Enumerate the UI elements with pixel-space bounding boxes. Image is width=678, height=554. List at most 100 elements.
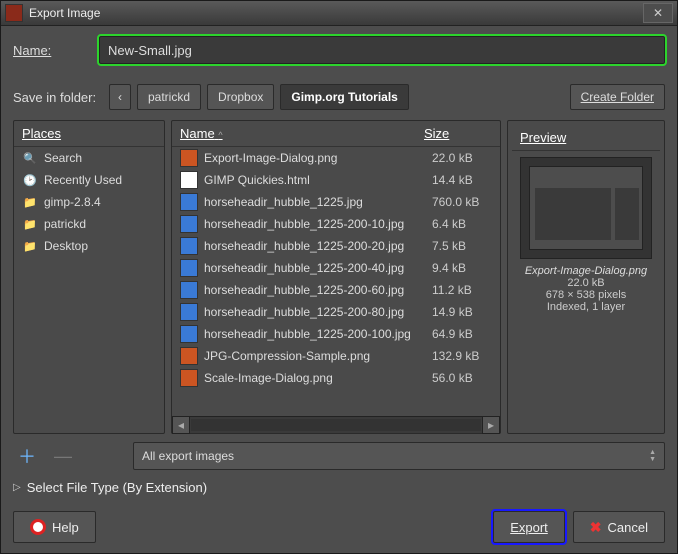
triangle-right-icon: ▷: [13, 482, 21, 493]
tools-row: ＋ — All export images ▲▼: [13, 442, 665, 470]
dialog-body: Name: Save in folder: ‹ patrickd Dropbox…: [1, 26, 677, 553]
file-name: horseheadir_hubble_1225-200-40.jpg: [204, 261, 426, 275]
file-jpg-icon: [180, 237, 198, 255]
folder-back-button[interactable]: ‹: [109, 84, 131, 110]
file-row-6[interactable]: horseheadir_hubble_1225-200-60.jpg 11.2 k…: [172, 279, 500, 301]
file-row-9[interactable]: JPG-Compression-Sample.png 132.9 kB: [172, 345, 500, 367]
footer: Help Export ✖ Cancel: [13, 505, 665, 543]
file-size: 760.0 kB: [432, 195, 492, 209]
file-size: 14.4 kB: [432, 173, 492, 187]
scroll-track[interactable]: [191, 419, 481, 431]
mid-area: Places 🔍Search🕑Recently Used📁gimp-2.8.4📁…: [13, 120, 665, 434]
places-panel: Places 🔍Search🕑Recently Used📁gimp-2.8.4📁…: [13, 120, 165, 434]
folder-icon: 📁: [22, 238, 38, 254]
breadcrumb-2[interactable]: Gimp.org Tutorials: [280, 84, 408, 110]
places-item-label: gimp-2.8.4: [44, 195, 101, 209]
file-row-8[interactable]: horseheadir_hubble_1225-200-100.jpg 64.9 …: [172, 323, 500, 345]
file-row-0[interactable]: Export-Image-Dialog.png 22.0 kB: [172, 147, 500, 169]
cancel-icon: ✖: [590, 519, 602, 536]
file-jpg-icon: [180, 193, 198, 211]
folder-icon: 📁: [22, 216, 38, 232]
file-png-icon: [180, 149, 198, 167]
file-size: 56.0 kB: [432, 371, 492, 385]
file-size: 7.5 kB: [432, 239, 492, 253]
preview-header: Preview: [512, 125, 660, 151]
create-folder-button[interactable]: Create Folder: [570, 84, 665, 110]
file-size: 9.4 kB: [432, 261, 492, 275]
preview-mode: Indexed, 1 layer: [547, 301, 625, 313]
file-jpg-icon: [180, 215, 198, 233]
hscrollbar[interactable]: ◂ ▸: [172, 416, 500, 433]
sort-asc-icon: ^: [218, 130, 222, 140]
scroll-right-icon[interactable]: ▸: [482, 416, 500, 434]
scroll-left-icon[interactable]: ◂: [172, 416, 190, 434]
filter-label: All export images: [142, 449, 234, 463]
recent-icon: 🕑: [22, 172, 38, 188]
file-name: JPG-Compression-Sample.png: [204, 349, 426, 363]
titlebar: Export Image ✕: [1, 1, 677, 26]
filetype-expander[interactable]: ▷ Select File Type (By Extension): [13, 478, 665, 497]
window-title: Export Image: [29, 6, 641, 20]
preview-thumbnail: [520, 157, 652, 259]
file-size: 22.0 kB: [432, 151, 492, 165]
places-list: 🔍Search 🕑 Recently Used 📁 gimp-2.8.4 📁 patrick…: [14, 147, 164, 433]
remove-bookmark-button[interactable]: —: [49, 445, 77, 467]
files-panel: Name ^ Size Export-Image-Dialog.png 22.0 …: [171, 120, 501, 434]
filename-input[interactable]: [99, 36, 665, 64]
file-png-icon: [180, 347, 198, 365]
places-item-3[interactable]: 📁 patrickd: [14, 213, 164, 235]
close-window-button[interactable]: ✕: [643, 3, 673, 23]
file-row-4[interactable]: horseheadir_hubble_1225-200-20.jpg 7.5 kB: [172, 235, 500, 257]
places-item-4[interactable]: 📁 Desktop: [14, 235, 164, 257]
file-row-2[interactable]: horseheadir_hubble_1225.jpg 760.0 kB: [172, 191, 500, 213]
file-row-7[interactable]: horseheadir_hubble_1225-200-80.jpg14.9 k…: [172, 301, 500, 323]
folder-icon: 📁: [22, 194, 38, 210]
preview-dims: 678 × 538 pixels: [546, 289, 626, 301]
file-name: Export-Image-Dialog.png: [204, 151, 426, 165]
add-bookmark-button[interactable]: ＋: [13, 445, 41, 467]
file-row-10[interactable]: Scale-Image-Dialog.png 56.0 kB: [172, 367, 500, 389]
file-row-5[interactable]: horseheadir_hubble_1225-200-40.jpg 9.4 kB: [172, 257, 500, 279]
file-row-1[interactable]: GIMP Quickies.html 14.4 kB: [172, 169, 500, 191]
places-item-0[interactable]: 🔍Search: [14, 147, 164, 169]
places-item-2[interactable]: 📁 gimp-2.8.4: [14, 191, 164, 213]
folder-row: Save in folder: ‹ patrickd Dropbox Gimp.…: [13, 84, 665, 110]
places-item-label: Recently Used: [44, 173, 122, 187]
file-name: GIMP Quickies.html: [204, 173, 426, 187]
file-row-3[interactable]: horseheadir_hubble_1225-200-10.jpg6.4 kB: [172, 213, 500, 235]
updown-icon: ▲▼: [649, 449, 656, 463]
app-icon: [5, 4, 23, 22]
places-item-label: patrickd: [44, 217, 86, 231]
file-name: horseheadir_hubble_1225-200-20.jpg: [204, 239, 426, 253]
file-name: horseheadir_hubble_1225-200-10.jpg: [204, 217, 426, 231]
breadcrumb-0[interactable]: patrickd: [137, 84, 201, 110]
name-row: Name:: [13, 36, 665, 64]
filetype-label: Select File Type (By Extension): [27, 480, 207, 495]
col-name-header[interactable]: Name ^: [180, 126, 424, 141]
files-list: Export-Image-Dialog.png 22.0 kB GIMP Quick…: [172, 147, 500, 416]
file-size: 11.2 kB: [432, 283, 492, 297]
name-label: Name:: [13, 43, 93, 58]
file-name: horseheadir_hubble_1225.jpg: [204, 195, 426, 209]
file-name: Scale-Image-Dialog.png: [204, 371, 426, 385]
file-jpg-icon: [180, 281, 198, 299]
file-size: 64.9 kB: [432, 327, 492, 341]
places-item-1[interactable]: 🕑 Recently Used: [14, 169, 164, 191]
cancel-button[interactable]: ✖ Cancel: [573, 511, 665, 543]
file-size: 132.9 kB: [432, 349, 492, 363]
help-button[interactable]: Help: [13, 511, 96, 543]
breadcrumb-1[interactable]: Dropbox: [207, 84, 274, 110]
file-name: horseheadir_hubble_1225-200-60.jpg: [204, 283, 426, 297]
preview-panel: Preview Export-Image-Dialog.png 22.0 kB …: [507, 120, 665, 434]
save-in-label: Save in folder:: [13, 90, 103, 105]
file-jpg-icon: [180, 325, 198, 343]
col-size-header[interactable]: Size: [424, 126, 492, 141]
places-item-label: Desktop: [44, 239, 88, 253]
files-columns: Name ^ Size: [172, 121, 500, 147]
file-name: horseheadir_hubble_1225-200-100.jpg: [204, 327, 426, 341]
export-button[interactable]: Export: [493, 511, 565, 543]
filter-combo[interactable]: All export images ▲▼: [133, 442, 665, 470]
file-name: horseheadir_hubble_1225-200-80.jpg: [204, 305, 426, 319]
file-jpg-icon: [180, 303, 198, 321]
search-icon: 🔍: [22, 150, 38, 166]
